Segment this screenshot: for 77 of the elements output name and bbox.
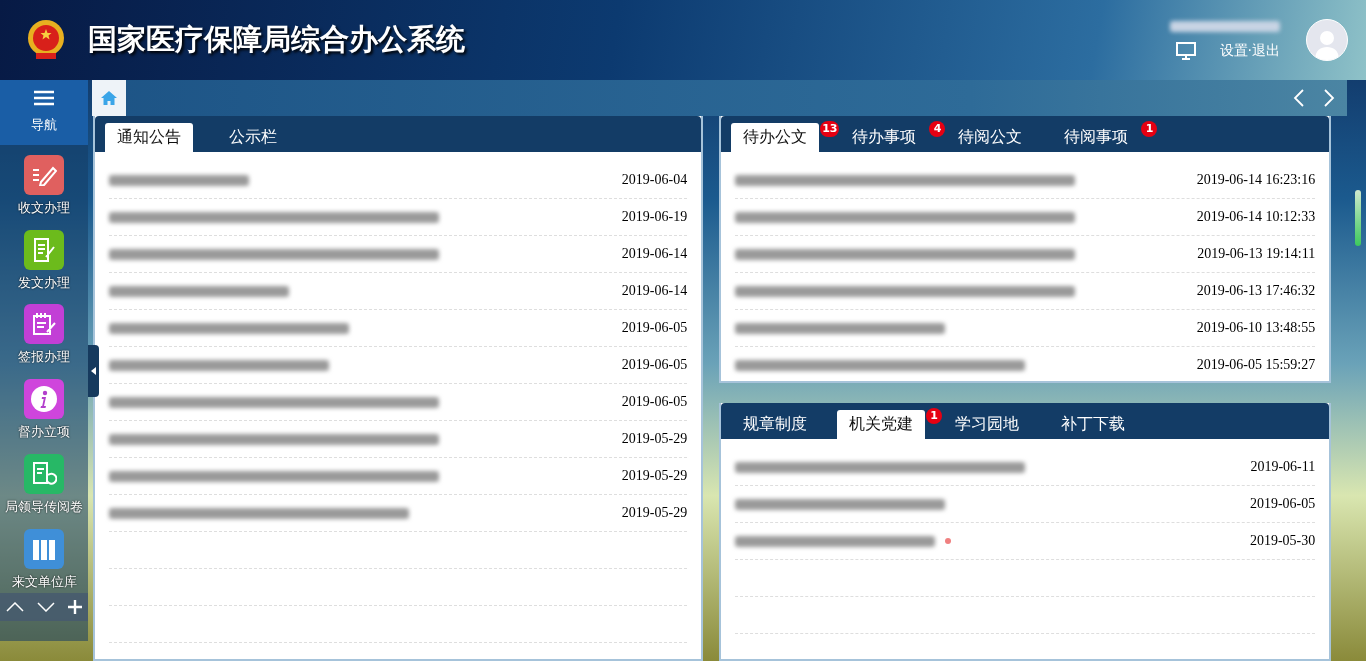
avatar[interactable] [1306, 19, 1348, 61]
date-text: 2019-06-19 [621, 209, 688, 225]
date-text: 2019-06-14 [621, 283, 688, 299]
home-icon [100, 90, 118, 106]
date-text: 2019-06-05 [1249, 496, 1316, 513]
date-text: 2019-06-05 [621, 320, 688, 336]
blurred-title[interactable] [109, 285, 289, 297]
count-badge: 1 [926, 408, 943, 425]
date-text: 2019-06-13 19:14:11 [1197, 246, 1316, 262]
blurred-title[interactable] [109, 507, 409, 519]
menu-icon [34, 90, 54, 107]
chevron-down-icon[interactable] [37, 602, 55, 613]
blurred-title[interactable] [109, 174, 249, 186]
chevron-right-icon[interactable] [1323, 89, 1335, 107]
emblem-icon [26, 19, 66, 61]
blurred-title[interactable] [735, 461, 1026, 473]
date-text: 2019-06-04 [621, 172, 688, 188]
blurred-title[interactable] [735, 174, 1076, 186]
date-text: 2019-06-14 [621, 246, 688, 262]
tab[interactable]: 待阅事项 [1052, 123, 1141, 152]
blurred-title[interactable] [109, 396, 439, 408]
tab[interactable]: 规章制度 [731, 410, 820, 440]
scrollbar-thumb[interactable] [1355, 190, 1362, 246]
tab[interactable]: 学习园地 [943, 410, 1032, 440]
blurred-title[interactable] [735, 285, 1076, 297]
blurred-title[interactable] [109, 322, 349, 334]
count-badge: 1 [1141, 121, 1158, 137]
blurred-title[interactable] [109, 433, 439, 445]
nav-menu-button[interactable]: 导航 [0, 80, 88, 145]
date-text: 2019-06-05 [621, 357, 688, 373]
home-button[interactable] [92, 80, 126, 116]
date-text: 2019-06-13 17:46:32 [1196, 283, 1316, 299]
date-text: 2019-05-29 [621, 505, 688, 521]
collapse-handle[interactable] [88, 345, 99, 397]
date-text: 2019-06-05 [621, 394, 688, 410]
blurred-title[interactable] [109, 248, 439, 260]
date-text: 2019-06-05 15:59:27 [1196, 357, 1316, 373]
date-text: 2019-05-29 [621, 431, 688, 447]
sidebar-item[interactable]: 发文办理 [0, 219, 88, 295]
document-refresh-icon [31, 460, 57, 487]
count-badge: 4 [929, 121, 946, 137]
blurred-title[interactable] [735, 322, 946, 334]
sidebar-item[interactable]: 收文办理 [0, 144, 88, 220]
app-title: 国家医疗保障局综合办公系统 [88, 21, 465, 58]
document-edit-icon [32, 236, 56, 263]
date-text: 2019-05-30 [1249, 533, 1316, 550]
info-icon [30, 385, 58, 414]
blurred-title[interactable] [735, 211, 1076, 223]
date-text: 2019-05-29 [621, 468, 688, 484]
sidebar-item[interactable]: 签报办理 [0, 294, 88, 370]
tab[interactable]: 待办事项 [840, 123, 929, 152]
blurred-title[interactable] [109, 359, 329, 371]
tab[interactable]: 待阅公文 [946, 123, 1035, 152]
blurred-title[interactable] [109, 211, 439, 223]
sidebar-item[interactable]: 督办立项 [0, 369, 88, 444]
tab[interactable]: 补丁下载 [1049, 410, 1138, 440]
monitor-icon[interactable] [1175, 41, 1196, 60]
sidebar-item[interactable]: 来文单位库 [0, 518, 88, 594]
date-text: 2019-06-14 16:23:16 [1196, 172, 1316, 188]
tab[interactable]: 公示栏 [211, 123, 295, 152]
chevron-up-icon[interactable] [6, 602, 25, 613]
count-badge: 13 [820, 121, 840, 137]
date-text: 2019-06-10 13:48:55 [1196, 320, 1316, 336]
date-text: 2019-06-11 [1250, 459, 1316, 476]
tab[interactable]: 待办公文 [731, 123, 820, 152]
blurred-title[interactable] [109, 470, 439, 482]
plus-icon[interactable] [67, 600, 82, 615]
sidebar-item[interactable]: 局领导传阅卷 [0, 443, 88, 519]
tab[interactable]: 机关党建 [837, 410, 926, 440]
blurred-title[interactable] [735, 359, 1026, 371]
blurred-title[interactable] [735, 248, 1076, 260]
blurred-title[interactable] [735, 535, 936, 547]
blurred-title[interactable] [735, 498, 946, 510]
tab[interactable]: 通知公告 [105, 123, 193, 152]
notepad-icon [31, 312, 57, 337]
chevron-left-icon[interactable] [1293, 89, 1305, 107]
date-text: 2019-06-14 10:12:33 [1196, 209, 1316, 225]
